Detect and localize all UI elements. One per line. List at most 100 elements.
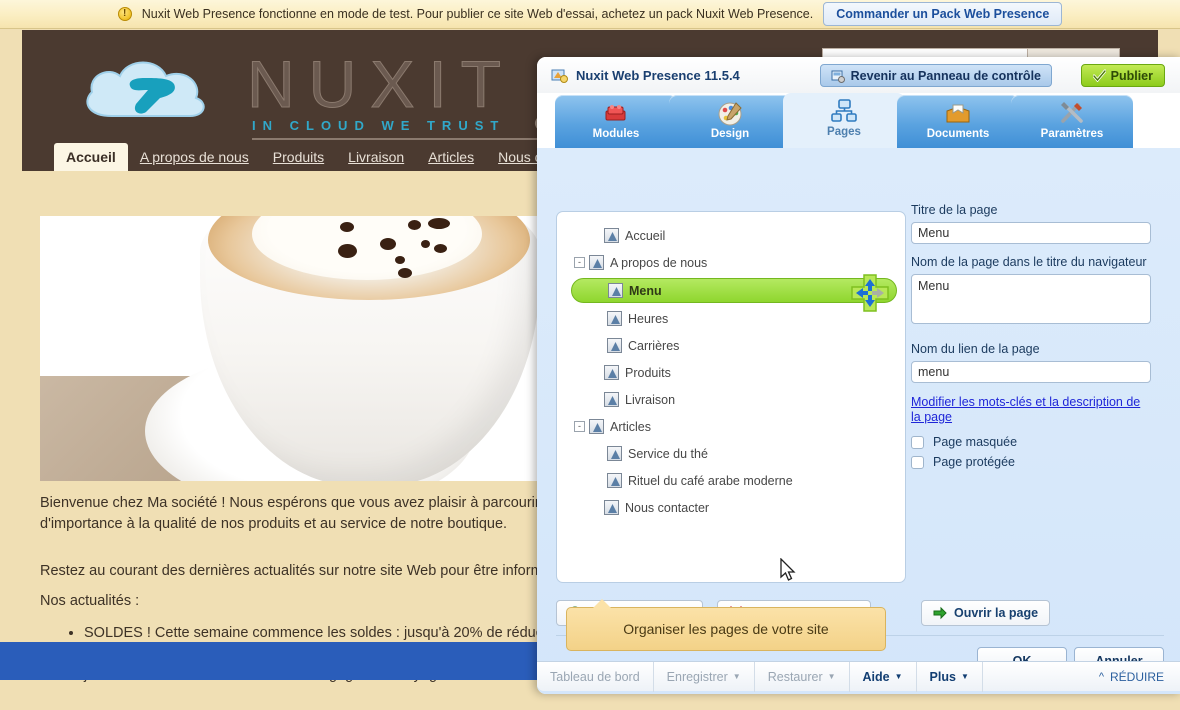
page-properties-form: Titre de la page Nom de la page dans le … — [911, 203, 1163, 469]
edit-keywords-link[interactable]: Modifier les mots-clés et la description… — [911, 395, 1153, 425]
tab-design[interactable]: Design — [669, 95, 791, 148]
tree-item-produits[interactable]: Produits — [571, 359, 905, 386]
toolbar-reduce-button[interactable]: ^ RÉDUIRE — [1099, 670, 1180, 684]
page-tree[interactable]: Accueil - A propos de nous Menu Heures C… — [556, 211, 906, 583]
protected-page-row[interactable]: Page protégée — [911, 455, 1163, 469]
protected-page-label: Page protégée — [933, 455, 1016, 469]
check-icon — [1092, 69, 1106, 82]
toolbar-restaurer[interactable]: Restaurer ▼ — [755, 661, 850, 692]
page-icon — [607, 338, 622, 353]
nav-item-a-propos-de-nous[interactable]: A propos de nous — [128, 143, 261, 171]
order-web-presence-pack-button[interactable]: Commander un Pack Web Presence — [823, 2, 1063, 26]
tab-pages-label: Pages — [827, 126, 861, 138]
tree-item-articles[interactable]: - Articles — [571, 413, 905, 440]
open-box-icon — [946, 104, 970, 123]
browser-title-label: Nom de la page dans le titre du navigate… — [911, 255, 1147, 269]
browser-title-textarea[interactable] — [911, 274, 1151, 324]
back-to-control-panel-button[interactable]: Revenir au Panneau de contrôle — [819, 64, 1052, 87]
publish-button[interactable]: Publier — [1080, 64, 1165, 87]
page-icon — [607, 446, 622, 461]
page-icon — [608, 283, 623, 298]
chevron-down-icon: ▼ — [732, 672, 741, 681]
editor-bottom-toolbar: Tableau de bord Enregistrer ▼ Restaurer ▼ … — [537, 661, 1180, 692]
tree-item-rituel-du-cafe-arabe-moderne[interactable]: Rituel du café arabe moderne — [571, 467, 905, 494]
dialog-tabs: Modules Design Pages Documents Paramètre… — [537, 93, 1180, 148]
tree-item-carrieres[interactable]: Carrières — [571, 332, 905, 359]
page-icon — [604, 392, 619, 407]
brand-wordmark: NUXIT — [247, 47, 515, 122]
tree-item-label: Carrières — [628, 338, 680, 353]
tab-parametres-label: Paramètres — [1040, 128, 1104, 140]
warning-icon: ! — [117, 7, 132, 21]
tree-item-label: Produits — [625, 365, 671, 380]
toolbar-reduce-label: RÉDUIRE — [1109, 669, 1164, 684]
toolbar-aide[interactable]: Aide ▼ — [850, 661, 917, 692]
toolbar-label: Enregistrer — [666, 669, 728, 684]
tree-item-accueil[interactable]: Accueil — [571, 222, 905, 249]
tree-item-livraison[interactable]: Livraison — [571, 386, 905, 413]
chevron-up-icon: ^ — [1098, 670, 1104, 683]
protected-page-checkbox[interactable] — [911, 455, 924, 469]
cloud-logo-icon — [86, 61, 205, 117]
tab-parametres[interactable]: Paramètres — [1011, 95, 1133, 148]
control-panel-icon — [831, 70, 845, 83]
tree-item-label: Livraison — [625, 392, 676, 407]
tab-modules-label: Modules — [592, 128, 640, 140]
nav-item-articles[interactable]: Articles — [416, 143, 486, 171]
nav-item-accueil[interactable]: Accueil — [54, 143, 128, 171]
hidden-page-row[interactable]: Page masquée — [911, 435, 1163, 449]
tree-item-label: Nous contacter — [625, 500, 710, 515]
toolbar-plus[interactable]: Plus ▼ — [917, 661, 983, 692]
site-logo: NUXIT IN CLOUD WE TRUST — [52, 42, 582, 140]
dialog-titlebar: Nuxit Web Presence 11.5.4 Revenir au Pan… — [537, 57, 1180, 93]
tab-pages[interactable]: Pages — [783, 93, 905, 148]
tree-item-label: Menu — [629, 283, 662, 298]
toolbar-enregistrer[interactable]: Enregistrer ▼ — [654, 661, 755, 692]
tree-item-label: Heures — [628, 311, 669, 326]
tree-item-heures[interactable]: Heures — [571, 305, 905, 332]
page-icon — [607, 311, 622, 326]
page-icon — [607, 473, 622, 488]
chevron-down-icon: ▼ — [960, 672, 969, 681]
tree-item-menu-selected[interactable]: Menu — [571, 274, 897, 312]
toolbar-label: Plus — [929, 669, 956, 684]
page-title-input[interactable] — [911, 222, 1151, 244]
page-manager-dialog: Nuxit Web Presence 11.5.4 Revenir au Pan… — [537, 57, 1180, 694]
tab-modules[interactable]: Modules — [555, 95, 677, 148]
brand-underline — [252, 138, 582, 140]
tooltip-organize-pages: Organiser les pages de votre site — [566, 599, 886, 651]
page-icon — [589, 419, 604, 434]
page-icon — [604, 365, 619, 380]
lego-bricks-icon — [605, 105, 626, 121]
tree-item-label: A propos de nous — [610, 255, 708, 270]
tab-documents-label: Documents — [926, 128, 990, 140]
mouse-cursor — [780, 558, 796, 581]
open-page-button[interactable]: Ouvrir la page — [921, 600, 1051, 626]
hidden-page-checkbox[interactable] — [911, 435, 924, 449]
chevron-down-icon: ▼ — [827, 672, 836, 681]
tree-item-service-du-the[interactable]: Service du thé — [571, 440, 905, 467]
tree-item-label: Articles — [610, 419, 651, 434]
back-to-control-panel-label: Revenir au Panneau de contrôle — [850, 68, 1041, 83]
tab-documents[interactable]: Documents — [897, 95, 1019, 148]
green-arrow-right-icon — [933, 606, 947, 620]
page-icon — [604, 500, 619, 515]
dialog-title: Nuxit Web Presence 11.5.4 — [576, 67, 740, 83]
toolbar-label: Restaurer — [767, 669, 823, 684]
tree-item-nous-contacter[interactable]: Nous contacter — [571, 494, 905, 521]
nav-item-produits[interactable]: Produits — [261, 143, 336, 171]
tree-collapse-toggle[interactable]: - — [574, 421, 585, 432]
toolbar-label: Tableau de bord — [550, 669, 640, 684]
palette-icon — [718, 102, 742, 126]
page-title-label: Titre de la page — [911, 203, 998, 217]
nuxit-app-icon — [551, 69, 568, 83]
test-mode-notification-bar: ! Nuxit Web Presence fonctionne en mode … — [0, 0, 1180, 29]
notification-text: Nuxit Web Presence fonctionne en mode de… — [141, 7, 814, 21]
toolbar-tableau-de-bord[interactable]: Tableau de bord — [537, 661, 654, 692]
nav-item-livraison[interactable]: Livraison — [336, 143, 416, 171]
tools-icon — [1061, 102, 1083, 123]
tree-collapse-toggle[interactable]: - — [574, 257, 585, 268]
hidden-page-label: Page masquée — [933, 435, 1018, 449]
sitemap-icon — [831, 99, 857, 122]
link-name-input[interactable] — [911, 361, 1151, 383]
